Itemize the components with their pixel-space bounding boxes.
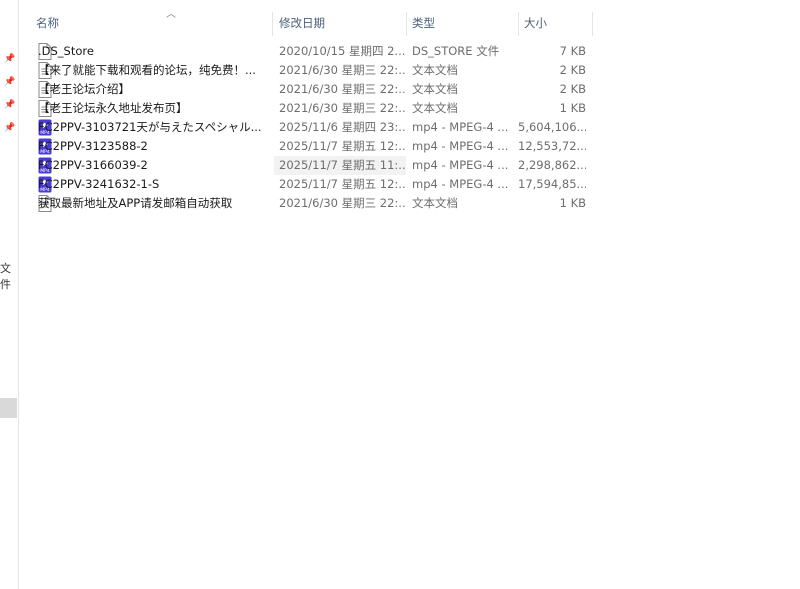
- column-header-date[interactable]: 修改日期: [279, 8, 325, 36]
- file-date: 2021/6/30 星期三 22:...: [279, 101, 406, 115]
- file-date: 2025/11/7 星期五 12:...: [279, 177, 406, 191]
- nav-item-label[interactable]: 文件: [0, 260, 18, 292]
- file-name[interactable]: FC2PPV-3166039-2: [38, 156, 268, 175]
- file-size: 2,298,862...: [518, 158, 586, 172]
- file-type: mp4 - MPEG-4 ...: [412, 158, 509, 172]
- file-name[interactable]: 【老王论坛永久地址发布页】: [38, 99, 268, 118]
- file-row[interactable]: MP4 FC2PPV-3103721天が与えたスペシャル... 2025/11/…: [18, 118, 598, 137]
- sort-ascending-icon: ︿: [166, 9, 176, 20]
- file-date: 2025/11/6 星期四 23:...: [279, 120, 406, 134]
- file-name[interactable]: 【老王论坛介绍】: [38, 80, 268, 99]
- navigation-pane: 📌 📌 📌 📌 文件: [0, 0, 19, 589]
- file-size: 12,553,72...: [518, 139, 586, 153]
- file-row[interactable]: MP4 FC2PPV-3166039-2 2025/11/7 星期五 11:..…: [18, 156, 598, 175]
- column-header-name[interactable]: 名称: [36, 8, 59, 36]
- file-row[interactable]: MP4 FC2PPV-3241632-1-S 2025/11/7 星期五 12:…: [18, 175, 598, 194]
- pin-icon[interactable]: 📌: [4, 100, 15, 110]
- file-date: 2021/6/30 星期三 22:...: [279, 82, 406, 96]
- file-name[interactable]: 【来了就能下载和观看的论坛，纯免费！...: [38, 61, 268, 80]
- file-date: 2025/11/7 星期五 12:...: [279, 139, 406, 153]
- file-row[interactable]: 【老王论坛永久地址发布页】 2021/6/30 星期三 22:... 文本文档 …: [18, 99, 598, 118]
- file-row[interactable]: 【来了就能下载和观看的论坛，纯免费！... 2021/6/30 星期三 22:.…: [18, 61, 598, 80]
- pin-icon[interactable]: 📌: [4, 54, 15, 64]
- file-name[interactable]: FC2PPV-3123588-2: [38, 137, 268, 156]
- pin-icon[interactable]: 📌: [4, 123, 15, 133]
- file-name[interactable]: FC2PPV-3241632-1-S: [38, 175, 268, 194]
- file-date: 2021/6/30 星期三 22:...: [279, 63, 406, 77]
- file-type: mp4 - MPEG-4 ...: [412, 177, 509, 191]
- file-size: 1 KB: [559, 196, 586, 210]
- column-divider[interactable]: [272, 12, 273, 36]
- file-size: 2 KB: [559, 63, 586, 77]
- file-type: 文本文档: [412, 196, 458, 210]
- column-divider[interactable]: [518, 12, 519, 36]
- file-type: 文本文档: [412, 63, 458, 77]
- column-divider[interactable]: [406, 12, 407, 36]
- file-date: 2021/6/30 星期三 22:...: [279, 196, 406, 210]
- file-name[interactable]: FC2PPV-3103721天が与えたスペシャル...: [38, 118, 268, 137]
- file-type: 文本文档: [412, 101, 458, 115]
- column-header-bar: ︿ 名称 修改日期 类型 大小: [18, 8, 800, 36]
- file-size: 7 KB: [559, 44, 586, 58]
- file-row[interactable]: .DS_Store 2020/10/15 星期四 2... DS_STORE 文…: [18, 42, 598, 61]
- file-size: 1 KB: [559, 101, 586, 115]
- file-size: 5,604,106...: [518, 120, 586, 134]
- file-type: 文本文档: [412, 82, 458, 96]
- column-divider[interactable]: [592, 12, 593, 36]
- file-size: 2 KB: [559, 82, 586, 96]
- column-header-type[interactable]: 类型: [412, 8, 435, 36]
- file-row[interactable]: MP4 FC2PPV-3123588-2 2025/11/7 星期五 12:..…: [18, 137, 598, 156]
- file-type: mp4 - MPEG-4 ...: [412, 139, 509, 153]
- file-name[interactable]: 获取最新地址及APP请发邮箱自动获取: [38, 194, 268, 213]
- file-date: 2020/10/15 星期四 2...: [279, 44, 406, 58]
- nav-selected-item[interactable]: [0, 398, 17, 418]
- file-size: 17,594,85...: [518, 177, 586, 191]
- file-name[interactable]: .DS_Store: [38, 42, 268, 61]
- file-row[interactable]: 获取最新地址及APP请发邮箱自动获取 2021/6/30 星期三 22:... …: [18, 194, 598, 213]
- file-date: 2025/11/7 星期五 11:...: [274, 156, 406, 175]
- column-header-size[interactable]: 大小: [524, 8, 547, 36]
- pin-icon[interactable]: 📌: [4, 77, 15, 87]
- file-row[interactable]: 【老王论坛介绍】 2021/6/30 星期三 22:... 文本文档 2 KB: [18, 80, 598, 99]
- file-type: mp4 - MPEG-4 ...: [412, 120, 509, 134]
- file-type: DS_STORE 文件: [412, 44, 500, 58]
